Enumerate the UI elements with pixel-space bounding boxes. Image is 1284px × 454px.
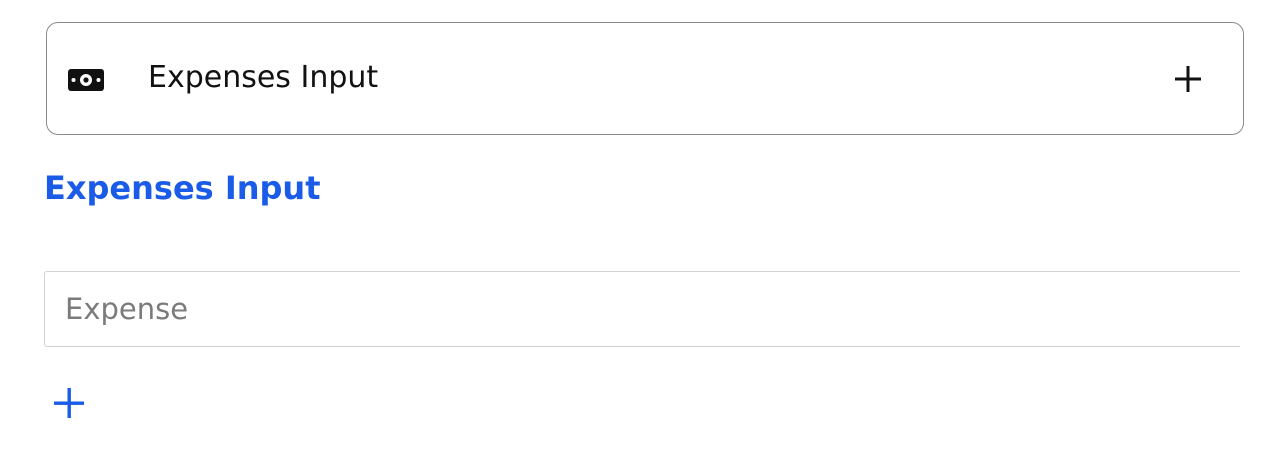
section-title: Expenses Input	[44, 169, 321, 207]
expand-plus-icon[interactable]	[1171, 62, 1205, 96]
page: Expenses Input Expenses Input	[0, 0, 1284, 454]
accordion-title: Expenses Input	[148, 60, 379, 95]
expense-input[interactable]	[44, 271, 1240, 347]
add-expense-button[interactable]	[50, 384, 88, 422]
money-bill-icon	[68, 69, 104, 91]
expenses-accordion-header[interactable]: Expenses Input	[46, 22, 1244, 135]
plus-icon	[50, 388, 88, 425]
